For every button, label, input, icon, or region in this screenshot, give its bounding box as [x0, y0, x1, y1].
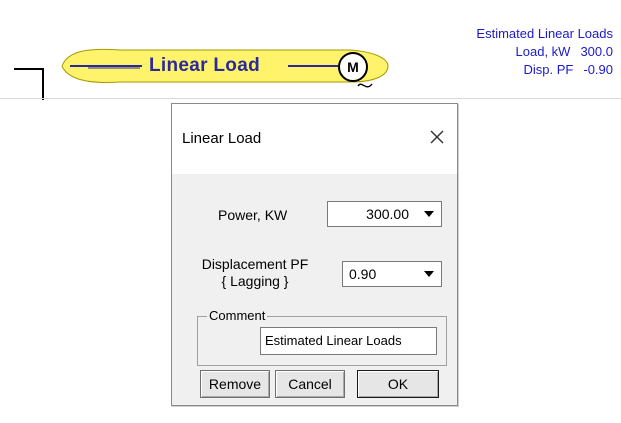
ground-tilde-icon: [357, 83, 373, 88]
pf-label-line2: { Lagging }: [221, 273, 289, 289]
estimate-annotation: Estimated Linear Loads Load, kW 300.0 Dis…: [476, 25, 613, 79]
power-label: Power, KW: [218, 207, 288, 223]
estimate-load-value: 300.0: [580, 44, 613, 59]
wire-vertical: [42, 68, 44, 100]
pf-label-line1: Displacement PF: [201, 256, 309, 272]
dialog-title: Linear Load: [182, 130, 262, 147]
estimate-pf-value: -0.90: [583, 62, 613, 77]
power-select[interactable]: 300.00: [327, 201, 442, 227]
close-icon: [430, 130, 444, 144]
estimate-load-row: Load, kW 300.0: [476, 43, 613, 61]
remove-button[interactable]: Remove: [200, 370, 270, 398]
pf-select[interactable]: 0.90: [342, 261, 442, 287]
pf-label: Displacement PF { Lagging }: [196, 256, 314, 290]
dialog-title-bar[interactable]: Linear Load: [172, 104, 457, 174]
linear-load-dialog: Linear Load Power, KW 300.00 Displacemen…: [171, 103, 458, 406]
motor-icon: M: [338, 52, 368, 82]
wire-horizontal: [14, 68, 44, 70]
divider: [0, 98, 621, 99]
ok-button[interactable]: OK: [357, 370, 439, 398]
chevron-down-icon[interactable]: [419, 264, 439, 284]
close-button[interactable]: [424, 124, 450, 150]
chevron-down-icon[interactable]: [419, 204, 439, 224]
estimate-pf-row: Disp. PF -0.90: [476, 61, 613, 79]
estimate-pf-label: Disp. PF: [523, 62, 574, 77]
power-value: 300.00: [366, 206, 409, 222]
comment-legend: Comment: [207, 308, 268, 323]
schematic-area: Linear Load M Estimated Linear Loads Loa…: [0, 0, 621, 100]
pf-value: 0.90: [349, 266, 377, 282]
comment-field[interactable]: Estimated Linear Loads: [260, 327, 437, 355]
estimate-load-label: Load, kW: [515, 44, 571, 59]
linear-load-label: Linear Load: [149, 55, 260, 76]
cancel-button[interactable]: Cancel: [275, 370, 345, 398]
estimate-title: Estimated Linear Loads: [476, 26, 613, 41]
